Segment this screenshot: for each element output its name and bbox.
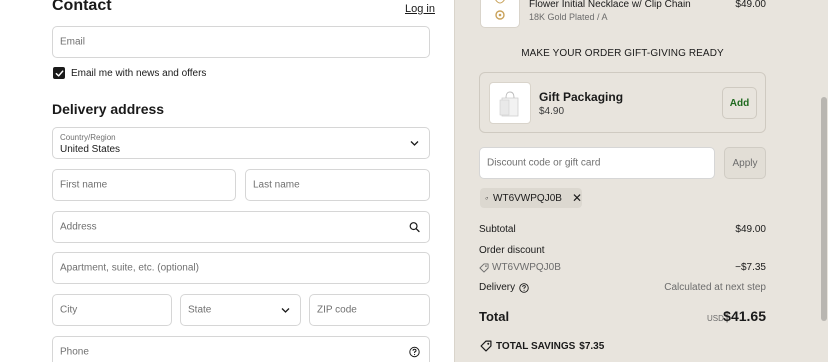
discount-value: −$7.35 bbox=[735, 262, 766, 273]
checkmark-icon bbox=[55, 69, 63, 77]
first-name-field[interactable]: First name bbox=[52, 169, 236, 201]
zip-placeholder: ZIP code bbox=[317, 304, 357, 316]
gift-packaging-card: Gift Packaging $4.90 Add bbox=[479, 72, 766, 133]
discount-code-row: WT6VWPQJ0B bbox=[479, 262, 561, 273]
apartment-field[interactable]: Apartment, suite, etc. (optional) bbox=[52, 252, 430, 284]
search-icon[interactable] bbox=[409, 222, 420, 233]
scrollbar-thumb[interactable] bbox=[821, 97, 827, 321]
gift-heading: MAKE YOUR ORDER GIFT-GIVING READY bbox=[521, 48, 724, 59]
currency-code: USD bbox=[707, 314, 724, 323]
tag-icon bbox=[480, 340, 492, 352]
remove-code-icon[interactable]: ✕ bbox=[572, 192, 582, 204]
product-price: $49.00 bbox=[735, 0, 766, 10]
phone-field[interactable]: Phone bbox=[52, 336, 430, 362]
tag-icon bbox=[485, 196, 488, 200]
contact-heading: Contact bbox=[52, 0, 112, 14]
address-field[interactable]: Address bbox=[52, 211, 430, 243]
city-placeholder: City bbox=[60, 304, 78, 316]
order-discount-label: Order discount bbox=[479, 245, 545, 256]
email-field[interactable]: Email bbox=[52, 26, 430, 58]
first-name-placeholder: First name bbox=[60, 179, 108, 191]
tag-icon bbox=[479, 262, 489, 273]
address-placeholder: Address bbox=[60, 221, 97, 233]
gift-name: Gift Packaging bbox=[539, 90, 624, 104]
total-value: $41.65 bbox=[723, 308, 766, 324]
last-name-placeholder: Last name bbox=[253, 179, 300, 191]
country-select[interactable]: Country/Region United States bbox=[52, 127, 430, 159]
state-placeholder: State bbox=[188, 304, 212, 316]
savings-value: $7.35 bbox=[579, 340, 605, 352]
help-circle-icon[interactable] bbox=[519, 282, 529, 293]
city-field[interactable]: City bbox=[52, 294, 172, 326]
apartment-placeholder: Apartment, suite, etc. (optional) bbox=[60, 262, 199, 274]
gift-price: $4.90 bbox=[539, 106, 565, 117]
delivery-label: Delivery bbox=[479, 282, 516, 293]
subtotal-label: Subtotal bbox=[479, 224, 516, 235]
delivery-row: Delivery bbox=[479, 282, 529, 293]
applied-code-chip: WT6VWPQJ0B ✕ bbox=[480, 188, 582, 208]
product-variant: 18K Gold Plated / A bbox=[529, 12, 608, 22]
add-gift-button[interactable]: Add bbox=[722, 87, 757, 119]
chevron-down-icon bbox=[409, 138, 420, 149]
newsletter-checkbox[interactable] bbox=[53, 67, 65, 79]
subtotal-value: $49.00 bbox=[735, 224, 766, 235]
applied-code-text: WT6VWPQJ0B bbox=[493, 192, 562, 204]
discount-code-text: WT6VWPQJ0B bbox=[492, 262, 561, 273]
savings-label: TOTAL SAVINGS bbox=[496, 340, 576, 352]
chevron-down-icon bbox=[280, 305, 291, 316]
necklace-image bbox=[495, 0, 505, 20]
zip-field[interactable]: ZIP code bbox=[309, 294, 430, 326]
apply-button[interactable]: Apply bbox=[724, 147, 766, 179]
help-circle-icon[interactable] bbox=[409, 346, 420, 358]
delivery-value: Calculated at next step bbox=[664, 282, 766, 293]
login-link[interactable]: Log in bbox=[405, 3, 435, 15]
discount-placeholder: Discount code or gift card bbox=[487, 157, 601, 169]
country-label: Country/Region bbox=[60, 133, 116, 142]
checkout-form-panel: Contact Log in Email Email me with news … bbox=[0, 0, 454, 362]
state-select[interactable]: State bbox=[180, 294, 301, 326]
product-title: Flower Initial Necklace w/ Clip Chain bbox=[529, 0, 691, 10]
gift-bag-image bbox=[489, 82, 531, 124]
country-value: United States bbox=[60, 144, 121, 155]
delivery-heading: Delivery address bbox=[52, 101, 165, 117]
phone-placeholder: Phone bbox=[60, 346, 89, 358]
product-thumbnail bbox=[480, 0, 520, 28]
discount-code-input[interactable]: Discount code or gift card bbox=[479, 147, 715, 179]
newsletter-label: Email me with news and offers bbox=[71, 68, 207, 79]
last-name-field[interactable]: Last name bbox=[245, 169, 430, 201]
total-label: Total bbox=[479, 309, 510, 324]
total-savings: TOTAL SAVINGS $7.35 bbox=[480, 340, 604, 352]
email-placeholder: Email bbox=[60, 36, 86, 48]
